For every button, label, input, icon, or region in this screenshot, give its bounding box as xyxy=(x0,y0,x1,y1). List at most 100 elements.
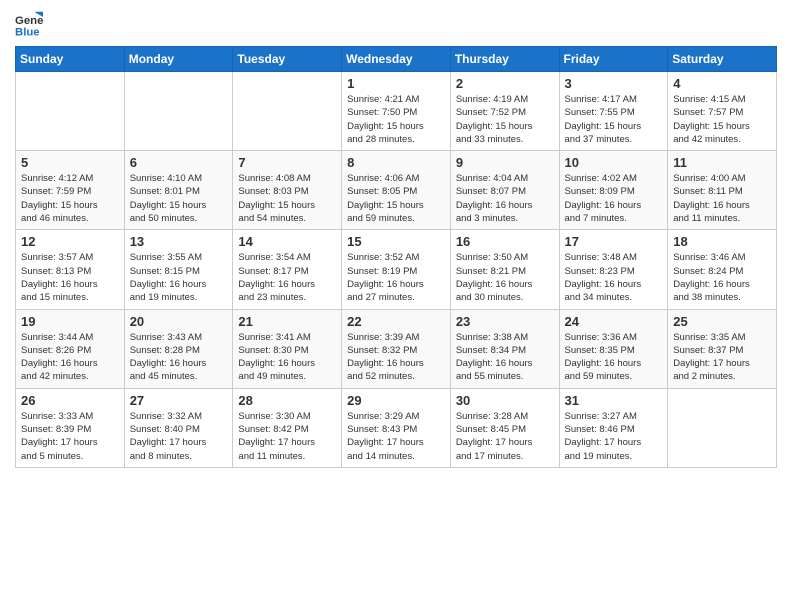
day-info: Sunrise: 3:41 AM Sunset: 8:30 PM Dayligh… xyxy=(238,331,336,384)
calendar-cell: 24 Sunrise: 3:36 AM Sunset: 8:35 PM Dayli… xyxy=(559,309,668,388)
day-info: Sunrise: 3:44 AM Sunset: 8:26 PM Dayligh… xyxy=(21,331,119,384)
logo-icon: General Blue xyxy=(15,10,43,38)
calendar-cell xyxy=(233,72,342,151)
calendar-cell: 20 Sunrise: 3:43 AM Sunset: 8:28 PM Dayli… xyxy=(124,309,233,388)
day-header-monday: Monday xyxy=(124,47,233,72)
calendar-cell: 18 Sunrise: 3:46 AM Sunset: 8:24 PM Dayli… xyxy=(668,230,777,309)
calendar-cell: 8 Sunrise: 4:06 AM Sunset: 8:05 PM Daylig… xyxy=(342,151,451,230)
calendar-cell: 21 Sunrise: 3:41 AM Sunset: 8:30 PM Dayli… xyxy=(233,309,342,388)
day-info: Sunrise: 3:52 AM Sunset: 8:19 PM Dayligh… xyxy=(347,251,445,304)
calendar-cell: 30 Sunrise: 3:28 AM Sunset: 8:45 PM Dayli… xyxy=(450,388,559,467)
day-header-friday: Friday xyxy=(559,47,668,72)
day-number: 10 xyxy=(565,155,663,170)
day-number: 14 xyxy=(238,234,336,249)
day-number: 21 xyxy=(238,314,336,329)
calendar-cell: 7 Sunrise: 4:08 AM Sunset: 8:03 PM Daylig… xyxy=(233,151,342,230)
day-header-saturday: Saturday xyxy=(668,47,777,72)
day-info: Sunrise: 3:35 AM Sunset: 8:37 PM Dayligh… xyxy=(673,331,771,384)
day-number: 27 xyxy=(130,393,228,408)
day-number: 18 xyxy=(673,234,771,249)
calendar-page: General Blue SundayMondayTuesdayWednesda… xyxy=(0,0,792,483)
day-info: Sunrise: 4:12 AM Sunset: 7:59 PM Dayligh… xyxy=(21,172,119,225)
calendar-header-row: SundayMondayTuesdayWednesdayThursdayFrid… xyxy=(16,47,777,72)
svg-text:General: General xyxy=(15,15,43,27)
calendar-cell: 5Sunrise: 4:12 AM Sunset: 7:59 PM Daylig… xyxy=(16,151,125,230)
day-number: 30 xyxy=(456,393,554,408)
day-header-thursday: Thursday xyxy=(450,47,559,72)
day-header-tuesday: Tuesday xyxy=(233,47,342,72)
calendar-cell: 25Sunrise: 3:35 AM Sunset: 8:37 PM Dayli… xyxy=(668,309,777,388)
calendar-cell: 17 Sunrise: 3:48 AM Sunset: 8:23 PM Dayli… xyxy=(559,230,668,309)
calendar-cell: 27 Sunrise: 3:32 AM Sunset: 8:40 PM Dayli… xyxy=(124,388,233,467)
calendar-cell xyxy=(668,388,777,467)
day-info: Sunrise: 4:21 AM Sunset: 7:50 PM Dayligh… xyxy=(347,93,445,146)
day-info: Sunrise: 3:32 AM Sunset: 8:40 PM Dayligh… xyxy=(130,410,228,463)
day-info: Sunrise: 3:28 AM Sunset: 8:45 PM Dayligh… xyxy=(456,410,554,463)
calendar-table: SundayMondayTuesdayWednesdayThursdayFrid… xyxy=(15,46,777,468)
day-info: Sunrise: 4:04 AM Sunset: 8:07 PM Dayligh… xyxy=(456,172,554,225)
day-info: Sunrise: 4:15 AM Sunset: 7:57 PM Dayligh… xyxy=(673,93,771,146)
day-info: Sunrise: 4:06 AM Sunset: 8:05 PM Dayligh… xyxy=(347,172,445,225)
day-number: 4 xyxy=(673,76,771,91)
calendar-cell: 29Sunrise: 3:29 AM Sunset: 8:43 PM Dayli… xyxy=(342,388,451,467)
day-info: Sunrise: 4:10 AM Sunset: 8:01 PM Dayligh… xyxy=(130,172,228,225)
calendar-cell: 13Sunrise: 3:55 AM Sunset: 8:15 PM Dayli… xyxy=(124,230,233,309)
day-info: Sunrise: 4:17 AM Sunset: 7:55 PM Dayligh… xyxy=(565,93,663,146)
day-number: 26 xyxy=(21,393,119,408)
day-number: 9 xyxy=(456,155,554,170)
day-info: Sunrise: 3:46 AM Sunset: 8:24 PM Dayligh… xyxy=(673,251,771,304)
day-number: 19 xyxy=(21,314,119,329)
day-info: Sunrise: 3:27 AM Sunset: 8:46 PM Dayligh… xyxy=(565,410,663,463)
calendar-cell: 6 Sunrise: 4:10 AM Sunset: 8:01 PM Daylig… xyxy=(124,151,233,230)
day-header-sunday: Sunday xyxy=(16,47,125,72)
calendar-cell: 16 Sunrise: 3:50 AM Sunset: 8:21 PM Dayli… xyxy=(450,230,559,309)
day-number: 23 xyxy=(456,314,554,329)
day-info: Sunrise: 3:38 AM Sunset: 8:34 PM Dayligh… xyxy=(456,331,554,384)
day-info: Sunrise: 3:57 AM Sunset: 8:13 PM Dayligh… xyxy=(21,251,119,304)
day-info: Sunrise: 3:30 AM Sunset: 8:42 PM Dayligh… xyxy=(238,410,336,463)
day-number: 6 xyxy=(130,155,228,170)
calendar-cell: 15 Sunrise: 3:52 AM Sunset: 8:19 PM Dayli… xyxy=(342,230,451,309)
day-info: Sunrise: 4:02 AM Sunset: 8:09 PM Dayligh… xyxy=(565,172,663,225)
calendar-cell: 9 Sunrise: 4:04 AM Sunset: 8:07 PM Daylig… xyxy=(450,151,559,230)
day-number: 17 xyxy=(565,234,663,249)
day-number: 15 xyxy=(347,234,445,249)
calendar-cell: 3Sunrise: 4:17 AM Sunset: 7:55 PM Daylig… xyxy=(559,72,668,151)
day-number: 22 xyxy=(347,314,445,329)
day-number: 16 xyxy=(456,234,554,249)
day-info: Sunrise: 3:43 AM Sunset: 8:28 PM Dayligh… xyxy=(130,331,228,384)
day-info: Sunrise: 3:39 AM Sunset: 8:32 PM Dayligh… xyxy=(347,331,445,384)
day-info: Sunrise: 4:00 AM Sunset: 8:11 PM Dayligh… xyxy=(673,172,771,225)
logo: General Blue xyxy=(15,10,47,38)
day-number: 2 xyxy=(456,76,554,91)
calendar-cell: 19 Sunrise: 3:44 AM Sunset: 8:26 PM Dayli… xyxy=(16,309,125,388)
day-info: Sunrise: 3:54 AM Sunset: 8:17 PM Dayligh… xyxy=(238,251,336,304)
day-info: Sunrise: 3:48 AM Sunset: 8:23 PM Dayligh… xyxy=(565,251,663,304)
day-info: Sunrise: 3:50 AM Sunset: 8:21 PM Dayligh… xyxy=(456,251,554,304)
calendar-cell: 22 Sunrise: 3:39 AM Sunset: 8:32 PM Dayli… xyxy=(342,309,451,388)
calendar-week-row: 26 Sunrise: 3:33 AM Sunset: 8:39 PM Dayli… xyxy=(16,388,777,467)
calendar-cell: 23 Sunrise: 3:38 AM Sunset: 8:34 PM Dayli… xyxy=(450,309,559,388)
calendar-cell: 12Sunrise: 3:57 AM Sunset: 8:13 PM Dayli… xyxy=(16,230,125,309)
day-info: Sunrise: 3:36 AM Sunset: 8:35 PM Dayligh… xyxy=(565,331,663,384)
calendar-cell: 11 Sunrise: 4:00 AM Sunset: 8:11 PM Dayli… xyxy=(668,151,777,230)
calendar-cell: 10 Sunrise: 4:02 AM Sunset: 8:09 PM Dayli… xyxy=(559,151,668,230)
day-info: Sunrise: 4:08 AM Sunset: 8:03 PM Dayligh… xyxy=(238,172,336,225)
day-number: 11 xyxy=(673,155,771,170)
day-number: 7 xyxy=(238,155,336,170)
day-header-wednesday: Wednesday xyxy=(342,47,451,72)
svg-text:Blue: Blue xyxy=(15,26,40,38)
day-number: 31 xyxy=(565,393,663,408)
calendar-week-row: 19 Sunrise: 3:44 AM Sunset: 8:26 PM Dayli… xyxy=(16,309,777,388)
day-info: Sunrise: 3:33 AM Sunset: 8:39 PM Dayligh… xyxy=(21,410,119,463)
day-number: 28 xyxy=(238,393,336,408)
calendar-cell: 28 Sunrise: 3:30 AM Sunset: 8:42 PM Dayli… xyxy=(233,388,342,467)
day-number: 24 xyxy=(565,314,663,329)
calendar-cell xyxy=(16,72,125,151)
day-number: 20 xyxy=(130,314,228,329)
day-info: Sunrise: 3:29 AM Sunset: 8:43 PM Dayligh… xyxy=(347,410,445,463)
day-number: 1 xyxy=(347,76,445,91)
calendar-cell: 4 Sunrise: 4:15 AM Sunset: 7:57 PM Daylig… xyxy=(668,72,777,151)
calendar-cell: 31 Sunrise: 3:27 AM Sunset: 8:46 PM Dayli… xyxy=(559,388,668,467)
day-number: 8 xyxy=(347,155,445,170)
